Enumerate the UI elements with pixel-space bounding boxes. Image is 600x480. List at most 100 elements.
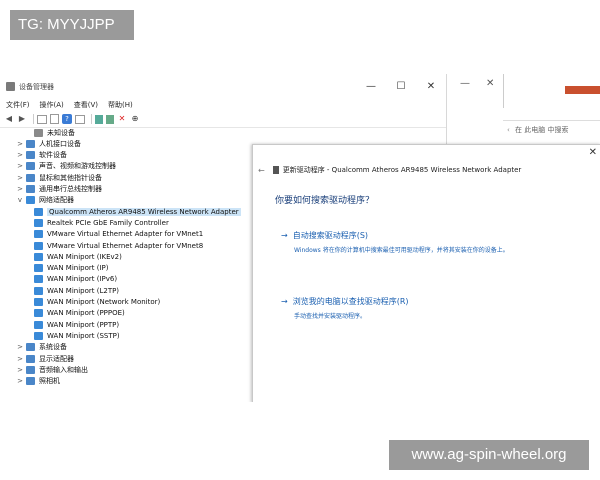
arrow-right-icon: → — [281, 297, 288, 306]
menu-file[interactable]: 文件(F) — [6, 100, 30, 110]
tree-item[interactable]: WAN Miniport (PPTP) — [34, 319, 119, 330]
toolbar: ◀ ▶ ? ✕ ⊕ — [0, 111, 446, 128]
network-adapter-icon — [34, 298, 43, 306]
tree-item-label: WAN Miniport (IP) — [47, 264, 109, 273]
arrow-right-icon: → — [281, 231, 288, 240]
update-driver-icon[interactable] — [95, 114, 103, 124]
tree-item[interactable]: > 显示适配器 — [16, 353, 74, 364]
chevron-right-icon[interactable]: > — [16, 366, 24, 374]
tree-item[interactable]: VMware Virtual Ethernet Adapter for VMne… — [34, 240, 203, 251]
network-adapter-icon — [34, 309, 43, 318]
chevron-right-icon[interactable]: > — [16, 174, 24, 182]
scan-hardware-icon[interactable] — [106, 114, 114, 124]
tree-item[interactable]: v 网络适配器 — [16, 195, 74, 206]
tree-item-label: 鼠标和其他指针设备 — [39, 173, 102, 182]
sound-icon — [26, 162, 35, 171]
chevron-right-icon[interactable]: > — [16, 151, 24, 159]
menu-view[interactable]: 查看(V) — [74, 100, 98, 110]
help-icon[interactable]: ? — [62, 114, 72, 124]
network-adapter-icon — [34, 230, 43, 239]
window-title: 设备管理器 — [19, 82, 54, 91]
forward-icon[interactable]: ▶ — [17, 114, 27, 124]
tree-item-label: 系统设备 — [39, 343, 67, 352]
system-device-icon — [26, 343, 35, 352]
back-icon[interactable]: ◀ — [4, 114, 14, 124]
chevron-down-icon[interactable]: v — [16, 196, 24, 204]
uninstall-icon[interactable]: ✕ — [117, 114, 127, 124]
browse-option[interactable]: → 浏览我的电脑以查找驱动程序(R) — [281, 296, 409, 307]
menu-bar: 文件(F) 操作(A) 查看(V) 帮助(H) — [0, 99, 446, 111]
tree-item-label: WAN Miniport (Network Monitor) — [47, 298, 161, 306]
network-adapter-icon — [34, 241, 43, 250]
tree-item[interactable]: VMware Virtual Ethernet Adapter for VMne… — [34, 229, 203, 240]
toolbar-divider — [91, 114, 92, 124]
screenshot-area: — ✕ ‹ 在 此电脑 中搜索 设备管理器 — ☐ ✕ 文件(F) 操作(A) … — [0, 74, 600, 402]
tree-item-label: WAN Miniport (PPTP) — [47, 320, 120, 329]
browse-description: 手动查找并安装驱动程序。 — [294, 313, 367, 320]
auto-search-description: Windows 将在你的计算机中搜索最佳可用驱动程序，并将其安装在你的设备上。 — [294, 247, 509, 254]
network-adapter-icon — [26, 196, 35, 205]
chevron-right-icon[interactable]: > — [16, 355, 24, 363]
tree-item-label: WAN Miniport (IKEv2) — [47, 252, 122, 261]
tree-item[interactable]: 未知设备 — [34, 127, 75, 138]
tree-item[interactable]: WAN Miniport (PPPOE) — [34, 308, 125, 319]
menu-help[interactable]: 帮助(H) — [108, 100, 133, 110]
bg-minimize-button[interactable]: — — [460, 78, 470, 89]
show-hide-tree-icon[interactable] — [37, 114, 47, 124]
bg-close-button[interactable]: ✕ — [486, 78, 494, 89]
network-adapter-icon — [34, 207, 43, 216]
usb-icon — [26, 185, 35, 193]
tree-item[interactable]: Qualcomm Atheros AR9485 Wireless Network… — [34, 206, 241, 217]
tree-item-label: VMware Virtual Ethernet Adapter for VMne… — [47, 230, 204, 239]
auto-search-option[interactable]: → 自动搜索驱动程序(S) — [281, 230, 368, 241]
tree-item-label: 人机接口设备 — [39, 139, 81, 148]
maximize-button[interactable]: ☐ — [386, 81, 416, 92]
display-adapter-icon — [26, 354, 35, 363]
bg-accent-bar — [565, 86, 600, 94]
chevron-right-icon[interactable]: > — [16, 185, 24, 193]
tree-item[interactable]: WAN Miniport (IPv6) — [34, 274, 117, 285]
tree-item-label: 照相机 — [39, 377, 60, 386]
bg-search-box[interactable]: ‹ 在 此电脑 中搜索 — [503, 120, 600, 139]
camera-icon — [26, 377, 35, 386]
hid-icon — [26, 139, 35, 148]
background-window: — ✕ ‹ 在 此电脑 中搜索 — [446, 74, 600, 144]
network-adapter-icon — [34, 252, 43, 261]
chevron-right-icon[interactable]: > — [16, 140, 24, 148]
mouse-icon — [26, 173, 35, 182]
tree-item-label: WAN Miniport (PPPOE) — [47, 309, 125, 318]
chevron-right-icon[interactable]: > — [16, 162, 24, 170]
tree-item[interactable]: WAN Miniport (L2TP) — [34, 285, 119, 296]
menu-action[interactable]: 操作(A) — [40, 100, 64, 110]
tree-item[interactable]: > 通用串行总线控制器 — [16, 184, 102, 195]
tree-item[interactable]: > 软件设备 — [16, 150, 67, 161]
tree-item[interactable]: > 系统设备 — [16, 342, 67, 353]
download-icon[interactable]: ⊕ — [130, 114, 140, 124]
tree-item[interactable]: > 鼠标和其他指针设备 — [16, 172, 102, 183]
properties-icon[interactable] — [50, 114, 59, 124]
tree-item[interactable]: > 音频输入和输出 — [16, 364, 88, 375]
network-adapter-icon — [34, 320, 43, 329]
tree-item-label: WAN Miniport (SSTP) — [47, 331, 120, 340]
chevron-right-icon[interactable]: > — [16, 377, 24, 385]
tree-item[interactable]: > 人机接口设备 — [16, 138, 81, 149]
view-icon[interactable] — [75, 114, 85, 124]
tree-item[interactable]: WAN Miniport (SSTP) — [34, 330, 120, 341]
browse-title: 浏览我的电脑以查找驱动程序(R) — [292, 297, 409, 306]
tree-item[interactable]: Realtek PCIe GbE Family Controller — [34, 217, 169, 228]
tree-item[interactable]: > 声音、视频和游戏控制器 — [16, 161, 116, 172]
close-button[interactable]: ✕ — [416, 81, 446, 92]
back-arrow-icon[interactable]: ← — [258, 166, 265, 175]
tree-item-label: 音频输入和输出 — [39, 365, 88, 374]
dialog-close-button[interactable]: ✕ — [589, 147, 597, 158]
minimize-button[interactable]: — — [356, 81, 386, 92]
update-driver-dialog: ✕ ← 更新驱动程序 - Qualcomm Atheros AR9485 Wir… — [252, 144, 600, 402]
tree-item[interactable]: > 照相机 — [16, 376, 60, 387]
software-device-icon — [26, 151, 35, 160]
dialog-header: ← 更新驱动程序 - Qualcomm Atheros AR9485 Wirel… — [258, 165, 521, 175]
chevron-right-icon[interactable]: > — [16, 343, 24, 351]
tree-item[interactable]: WAN Miniport (IKEv2) — [34, 251, 122, 262]
tree-item[interactable]: WAN Miniport (IP) — [34, 263, 108, 274]
tree-item[interactable]: WAN Miniport (Network Monitor) — [34, 297, 160, 308]
tree-item-label: Qualcomm Atheros AR9485 Wireless Network… — [47, 207, 241, 216]
